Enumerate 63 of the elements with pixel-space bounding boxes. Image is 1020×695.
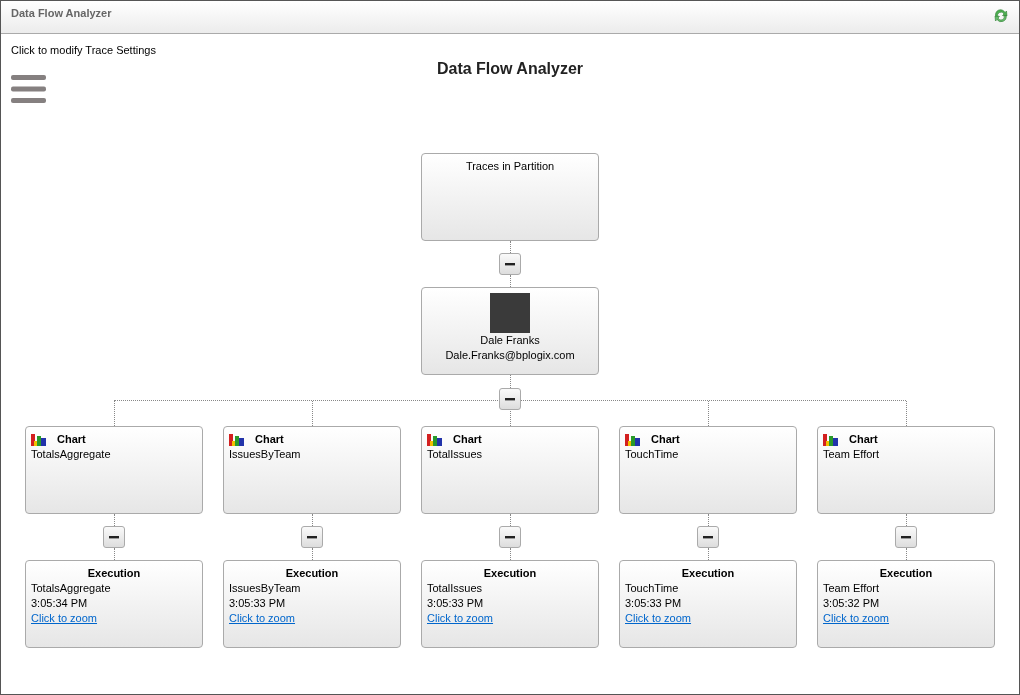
collapse-button[interactable] (499, 526, 521, 548)
execution-name: IssuesByTeam (228, 581, 302, 596)
node-type: Execution (86, 566, 142, 581)
execution-name: TouchTime (624, 581, 680, 596)
zoom-link[interactable]: Click to zoom (224, 611, 301, 626)
execution-name: TotalIssues (426, 581, 484, 596)
chart-node[interactable]: Chart IssuesByTeam (223, 426, 401, 514)
collapse-button[interactable] (895, 526, 917, 548)
chart-node[interactable]: Chart TotalIssues (421, 426, 599, 514)
execution-node[interactable]: Execution Team Effort 3:05:32 PM Click to zoom (817, 560, 995, 648)
node-title: Traces in Partition (464, 159, 556, 174)
chart-node[interactable]: Chart TotalsAggregate (25, 426, 203, 514)
node-type: Chart (849, 432, 878, 447)
window-title: Data Flow Analyzer (11, 7, 112, 19)
zoom-link[interactable]: Click to zoom (818, 611, 895, 626)
execution-node[interactable]: Execution TotalIssues 3:05:33 PM Click to zoom (421, 560, 599, 648)
user-name: Dale Franks (479, 333, 541, 348)
menu-icon[interactable] (11, 75, 46, 103)
execution-name: Team Effort (822, 581, 881, 596)
partition-node[interactable]: Traces in Partition (421, 153, 599, 241)
collapse-button[interactable] (103, 526, 125, 548)
node-type: Execution (284, 566, 340, 581)
chart-node[interactable]: Chart TouchTime (619, 426, 797, 514)
user-email: Dale.Franks@bplogix.com (444, 348, 576, 363)
zoom-link[interactable]: Click to zoom (26, 611, 103, 626)
trace-settings-link[interactable]: Click to modify Trace Settings (11, 44, 156, 56)
node-type: Chart (453, 432, 482, 447)
chart-name: TotalsAggregate (30, 447, 112, 462)
chart-node[interactable]: Chart Team Effort (817, 426, 995, 514)
execution-time: 3:05:33 PM (624, 596, 683, 611)
bar-chart-icon (625, 433, 641, 446)
execution-node[interactable]: Execution TotalsAggregate 3:05:34 PM Click to zoom (25, 560, 203, 648)
bar-chart-icon (823, 433, 839, 446)
node-type: Chart (57, 432, 86, 447)
bar-chart-icon (31, 433, 47, 446)
node-type: Chart (651, 432, 680, 447)
photo-placeholder (490, 293, 530, 333)
node-type: Execution (878, 566, 934, 581)
bar-chart-icon (427, 433, 443, 446)
execution-node[interactable]: Execution TouchTime 3:05:33 PM Click to zoom (619, 560, 797, 648)
execution-time: 3:05:33 PM (426, 596, 485, 611)
execution-time: 3:05:32 PM (822, 596, 881, 611)
collapse-button[interactable] (499, 388, 521, 410)
node-type: Execution (680, 566, 736, 581)
collapse-button[interactable] (499, 253, 521, 275)
execution-time: 3:05:33 PM (228, 596, 287, 611)
collapse-button[interactable] (697, 526, 719, 548)
execution-name: TotalsAggregate (30, 581, 112, 596)
page-heading: Data Flow Analyzer (435, 60, 585, 78)
collapse-button[interactable] (301, 526, 323, 548)
execution-time: 3:05:34 PM (30, 596, 89, 611)
execution-node[interactable]: Execution IssuesByTeam 3:05:33 PM Click to zoom (223, 560, 401, 648)
zoom-link[interactable]: Click to zoom (620, 611, 697, 626)
chart-name: TouchTime (624, 447, 680, 462)
zoom-link[interactable]: Click to zoom (422, 611, 499, 626)
node-type: Chart (255, 432, 284, 447)
bar-chart-icon (229, 433, 245, 446)
refresh-icon[interactable] (993, 8, 1009, 24)
chart-name: TotalIssues (426, 447, 484, 462)
node-type: Execution (482, 566, 538, 581)
chart-name: IssuesByTeam (228, 447, 302, 462)
user-node[interactable]: Dale Franks Dale.Franks@bplogix.com (421, 287, 599, 375)
chart-name: Team Effort (822, 447, 881, 462)
